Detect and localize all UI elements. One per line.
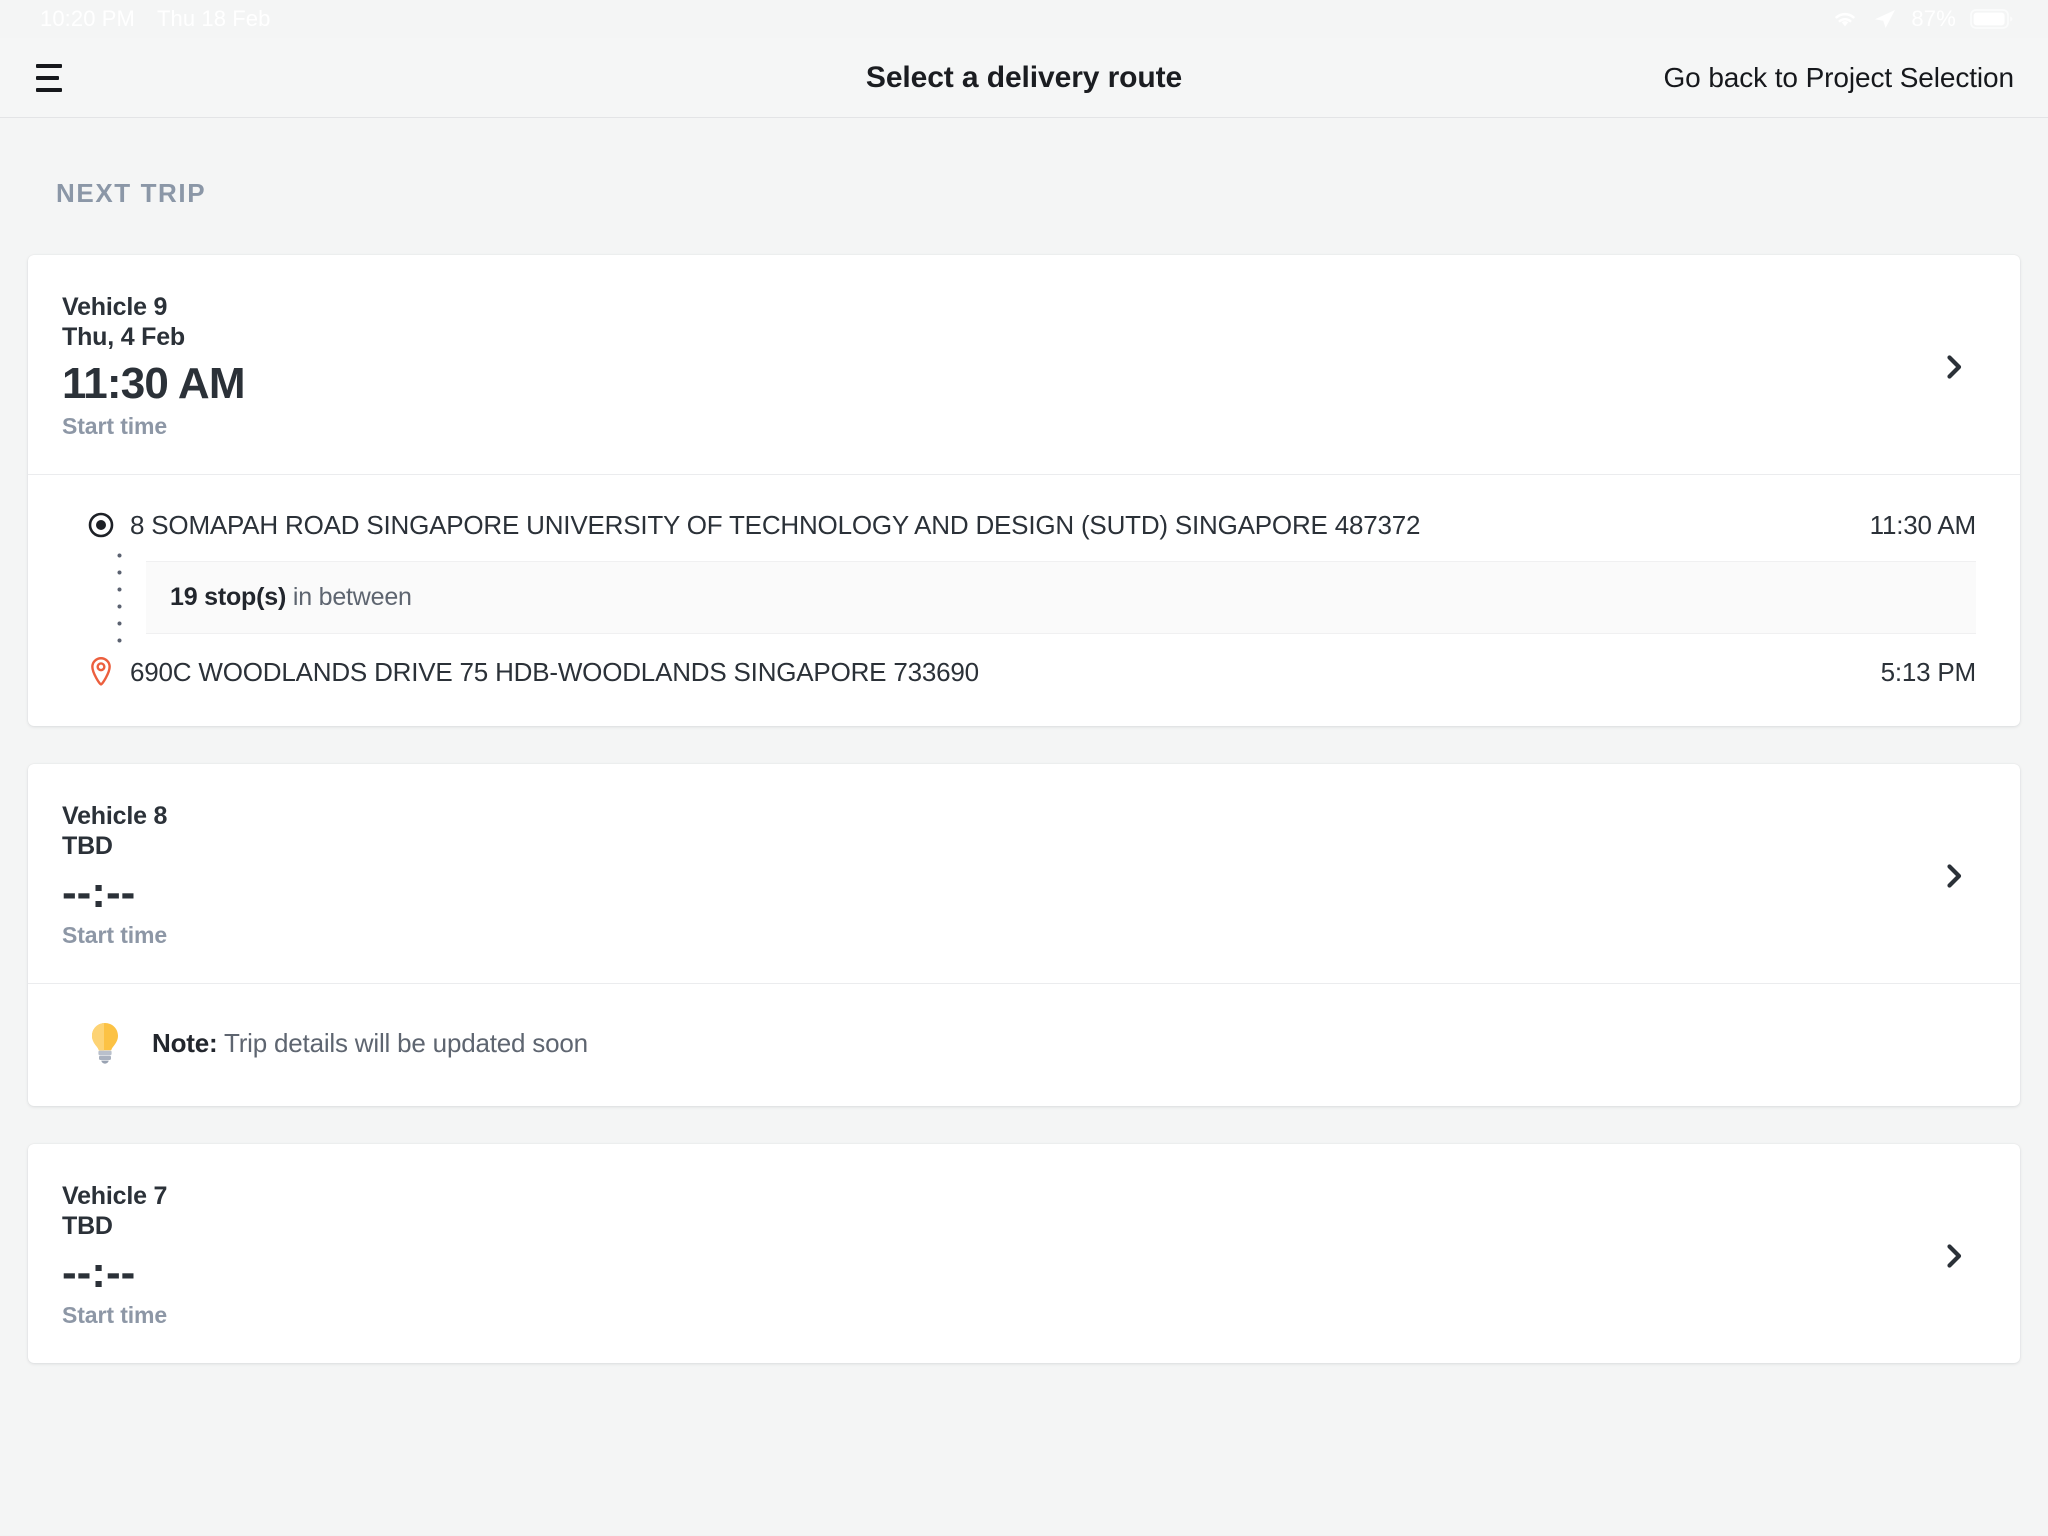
- next-trip-section-label: NEXT TRIP: [56, 178, 207, 208]
- trip-summary: Vehicle 8 TBD --:-- Start time: [62, 802, 1936, 949]
- trip-card-header[interactable]: Vehicle 9 Thu, 4 Feb 11:30 AM Start time: [28, 255, 2020, 474]
- stops-in-between-count: 19 stop(s): [170, 583, 287, 612]
- vehicle-name: Vehicle 8: [62, 802, 168, 831]
- go-back-to-project-selection-link[interactable]: Go back to Project Selection: [1664, 62, 2015, 94]
- trip-card-header[interactable]: Vehicle 8 TBD --:-- Start time: [28, 764, 2020, 983]
- route-destination-row: 690C WOODLANDS DRIVE 75 HDB-WOODLANDS SI…: [28, 648, 2020, 696]
- start-time-caption: Start time: [62, 413, 168, 440]
- chevron-right-icon[interactable]: [1936, 858, 1972, 894]
- trip-card-header[interactable]: Vehicle 7 TBD --:-- Start time: [28, 1144, 2020, 1363]
- hamburger-menu-icon[interactable]: [32, 58, 78, 98]
- trip-note-label: Note:: [152, 1027, 218, 1058]
- origin-dot-icon: [84, 511, 118, 539]
- lightbulb-icon: [84, 1020, 126, 1066]
- route-connector-dotted-line: [117, 547, 122, 653]
- trip-summary: Vehicle 7 TBD --:-- Start time: [62, 1182, 1936, 1329]
- trip-list-scroll-area[interactable]: NEXT TRIP Vehicle 9 Thu, 4 Feb 11:30 AM …: [0, 118, 2048, 1535]
- map-pin-icon: [84, 656, 118, 688]
- destination-address: 690C WOODLANDS DRIVE 75 HDB-WOODLANDS SI…: [130, 656, 979, 687]
- trip-card-vehicle-9[interactable]: Vehicle 9 Thu, 4 Feb 11:30 AM Start time: [28, 255, 2020, 727]
- trip-start-time: 11:30 AM: [62, 359, 246, 408]
- trip-date: TBD: [62, 831, 113, 860]
- stops-in-between-row: 19 stop(s) in between: [146, 561, 1976, 635]
- trip-date: TBD: [62, 1211, 113, 1240]
- chevron-right-icon[interactable]: [1936, 349, 1972, 385]
- trip-start-time: --:--: [62, 1248, 136, 1298]
- destination-time: 5:13 PM: [1880, 656, 1977, 687]
- trip-card-vehicle-8[interactable]: Vehicle 8 TBD --:-- Start time Note: Tri…: [28, 764, 2020, 1107]
- trip-note-text: Note: Trip details will be updated soon: [152, 1028, 588, 1059]
- status-time: 10:20 PM: [40, 6, 135, 31]
- route-detail: 8 SOMAPAH ROAD SINGAPORE UNIVERSITY OF T…: [28, 475, 2020, 726]
- route-origin-row: 8 SOMAPAH ROAD SINGAPORE UNIVERSITY OF T…: [28, 501, 2020, 549]
- trip-date: Thu, 4 Feb: [62, 322, 186, 351]
- status-bar-right: 87%: [1831, 6, 2014, 32]
- chevron-right-icon[interactable]: [1936, 1238, 1972, 1274]
- stops-in-between-suffix: in between: [286, 583, 412, 612]
- status-date: Thu 18 Feb: [156, 6, 271, 31]
- start-time-caption: Start time: [62, 922, 168, 949]
- trip-summary: Vehicle 9 Thu, 4 Feb 11:30 AM Start time: [62, 293, 1936, 440]
- wifi-icon: [1831, 9, 1859, 29]
- trip-card-vehicle-7[interactable]: Vehicle 7 TBD --:-- Start time: [28, 1144, 2020, 1364]
- trip-start-time: --:--: [62, 868, 136, 918]
- battery-icon: [1970, 8, 2014, 30]
- status-bar-left: 10:20 PM Thu 18 Feb: [40, 6, 270, 32]
- origin-address: 8 SOMAPAH ROAD SINGAPORE UNIVERSITY OF T…: [130, 509, 1421, 540]
- status-bar: 10:20 PM Thu 18 Feb 87%: [0, 0, 2048, 38]
- app-header: Select a delivery route Go back to Proje…: [0, 38, 2048, 118]
- start-time-caption: Start time: [62, 1302, 168, 1329]
- battery-percent-label: 87%: [1911, 6, 1956, 31]
- vehicle-name: Vehicle 9: [62, 293, 168, 321]
- trip-note-body: Trip details will be updated soon: [217, 1027, 588, 1058]
- trip-note-row: Note: Trip details will be updated soon: [28, 984, 2020, 1106]
- vehicle-name: Vehicle 7: [62, 1182, 168, 1211]
- location-arrow-icon: [1873, 8, 1897, 30]
- origin-time: 11:30 AM: [1869, 509, 1977, 540]
